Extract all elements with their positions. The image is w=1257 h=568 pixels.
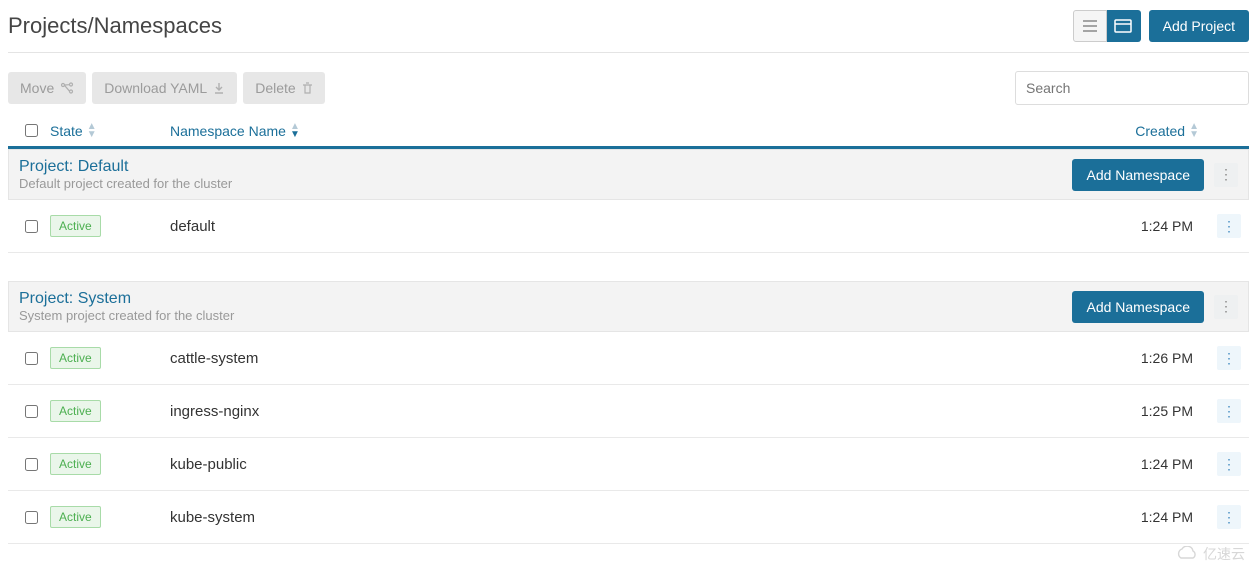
namespace-name: kube-public xyxy=(170,456,247,473)
trash-icon xyxy=(302,82,313,94)
created-time: 1:24 PM xyxy=(1141,456,1199,472)
project-group-header: Project: Default Default project created… xyxy=(8,149,1249,200)
add-namespace-button[interactable]: Add Namespace xyxy=(1072,291,1204,323)
kebab-icon: ⋮ xyxy=(1222,456,1236,473)
row-checkbox[interactable] xyxy=(25,458,38,471)
view-list-button[interactable] xyxy=(1073,10,1107,42)
row-checkbox[interactable] xyxy=(25,352,38,365)
row-checkbox[interactable] xyxy=(25,511,38,524)
delete-label: Delete xyxy=(255,80,295,96)
table-row: Active cattle-system 1:26 PM ⋮ xyxy=(8,332,1249,385)
namespace-name: kube-system xyxy=(170,509,255,526)
status-badge: Active xyxy=(50,215,101,237)
namespace-name: ingress-nginx xyxy=(170,403,259,420)
col-header-name[interactable]: Namespace Name ▲▼ xyxy=(170,123,1065,139)
created-time: 1:26 PM xyxy=(1141,350,1199,366)
download-yaml-button[interactable]: Download YAML xyxy=(92,72,237,104)
table-row: Active kube-system 1:24 PM ⋮ xyxy=(8,491,1249,544)
project-subtitle: System project created for the cluster xyxy=(19,308,1062,323)
watermark: 亿速云 xyxy=(1175,544,1245,564)
page-title: Projects/Namespaces xyxy=(8,13,222,39)
project-menu-button[interactable]: ⋮ xyxy=(1214,295,1238,319)
project-title[interactable]: Project: Default xyxy=(19,158,1062,176)
sort-icon: ▲▼ xyxy=(290,123,300,139)
add-namespace-button[interactable]: Add Namespace xyxy=(1072,159,1204,191)
kebab-icon: ⋮ xyxy=(1222,218,1236,235)
view-group-button[interactable] xyxy=(1107,10,1141,42)
sort-icon: ▲▼ xyxy=(87,123,97,139)
view-toggle-group xyxy=(1073,10,1141,42)
kebab-icon: ⋮ xyxy=(1222,403,1236,420)
project-title[interactable]: Project: System xyxy=(19,290,1062,308)
add-project-button[interactable]: Add Project xyxy=(1149,10,1249,42)
namespace-name: cattle-system xyxy=(170,350,258,367)
created-time: 1:25 PM xyxy=(1141,403,1199,419)
project-menu-button[interactable]: ⋮ xyxy=(1214,163,1238,187)
table-header: State ▲▼ Namespace Name ▲▼ Created ▲▼ xyxy=(8,115,1249,149)
move-button[interactable]: Move xyxy=(8,72,86,104)
delete-button[interactable]: Delete xyxy=(243,72,324,104)
download-yaml-label: Download YAML xyxy=(104,80,207,96)
project-group-header: Project: System System project created f… xyxy=(8,281,1249,332)
move-label: Move xyxy=(20,80,54,96)
row-menu-button[interactable]: ⋮ xyxy=(1217,399,1241,423)
created-time: 1:24 PM xyxy=(1141,218,1199,234)
kebab-icon: ⋮ xyxy=(1222,509,1236,526)
row-menu-button[interactable]: ⋮ xyxy=(1217,452,1241,476)
select-all-checkbox[interactable] xyxy=(25,124,38,137)
table-row: Active kube-public 1:24 PM ⋮ xyxy=(8,438,1249,491)
sort-icon: ▲▼ xyxy=(1189,123,1199,139)
status-badge: Active xyxy=(50,506,101,528)
row-menu-button[interactable]: ⋮ xyxy=(1217,505,1241,529)
row-checkbox[interactable] xyxy=(25,405,38,418)
namespace-name: default xyxy=(170,218,215,235)
kebab-icon: ⋮ xyxy=(1219,166,1233,183)
move-icon xyxy=(60,82,74,94)
row-checkbox[interactable] xyxy=(25,220,38,233)
status-badge: Active xyxy=(50,400,101,422)
kebab-icon: ⋮ xyxy=(1222,350,1236,367)
row-menu-button[interactable]: ⋮ xyxy=(1217,346,1241,370)
col-header-created[interactable]: Created ▲▼ xyxy=(1065,123,1245,139)
download-icon xyxy=(213,82,225,94)
project-subtitle: Default project created for the cluster xyxy=(19,176,1062,191)
created-time: 1:24 PM xyxy=(1141,509,1199,525)
status-badge: Active xyxy=(50,347,101,369)
table-row: Active ingress-nginx 1:25 PM ⋮ xyxy=(8,385,1249,438)
status-badge: Active xyxy=(50,453,101,475)
row-menu-button[interactable]: ⋮ xyxy=(1217,214,1241,238)
search-input[interactable] xyxy=(1015,71,1249,105)
kebab-icon: ⋮ xyxy=(1219,298,1233,315)
table-row: Active default 1:24 PM ⋮ xyxy=(8,200,1249,253)
col-header-state[interactable]: State ▲▼ xyxy=(50,123,170,139)
